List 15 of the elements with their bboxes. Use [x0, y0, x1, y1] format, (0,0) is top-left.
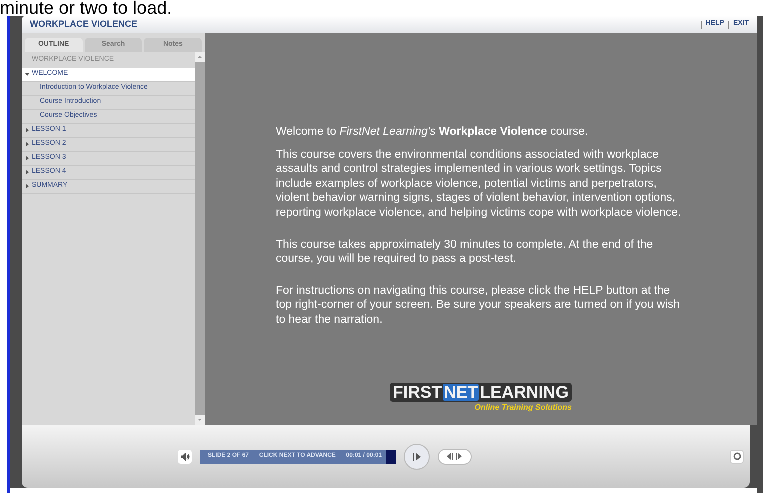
- logo-drawing: FIRSTNETLEARNING Online Training Solutions: [390, 382, 572, 414]
- speaker-icon: [180, 452, 190, 460]
- fullscreen-icon: [732, 452, 742, 461]
- prev-next-icon: [447, 453, 463, 460]
- welcome-heading: Welcome to FirstNet Learning's Workplace Violence course.: [276, 125, 590, 140]
- play-button[interactable]: [404, 444, 430, 470]
- slide-paragraph: For instructions on navigating this course, please click the HELP button at the top right-corner of your screen. Be sure your speakers are turned on if you wish to hear the narration.: [276, 284, 681, 328]
- volume-button[interactable]: [178, 450, 192, 464]
- slide-paragraph: This course covers the environmental conditions associated with workplace assaults and control strategies implemented in various work settings. Topics include examples of workplace violence, potential victims and perpetrators, violent behavior warning signs, stages of violent behavior, intervention options, reporting workplace violence, and helping victims cope with workplace violence.: [276, 148, 682, 221]
- page-text: minute or two to load.: [0, 0, 172, 16]
- prev-next-button[interactable]: [438, 448, 472, 464]
- slide-paragraph: This course takes approximately 30 minutes to complete. At the end of the course, you will be required to pass a post-test.: [276, 238, 654, 267]
- play-icon: [413, 452, 421, 460]
- fullscreen-button[interactable]: [730, 450, 744, 464]
- course-title: WORKPLACE VIOLENCE: [30, 18, 138, 31]
